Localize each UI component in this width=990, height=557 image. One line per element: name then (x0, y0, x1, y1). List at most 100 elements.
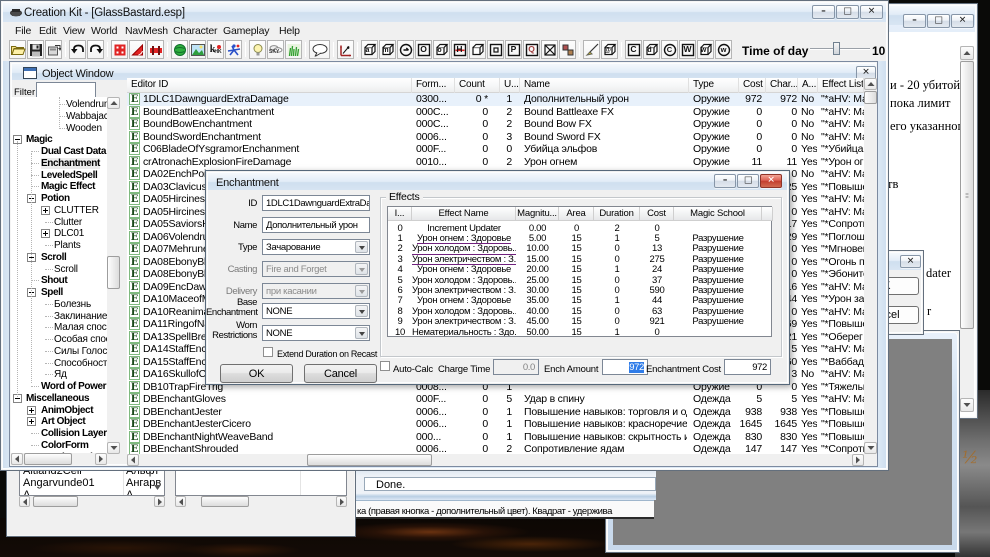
tree-expand-icon[interactable] (27, 406, 36, 415)
list-row[interactable]: EBoundBattleaxeEnchantment000C...02Bound… (127, 106, 864, 119)
menu-file[interactable]: File (15, 25, 31, 37)
toolbar-box-a-button[interactable]: a (361, 40, 378, 59)
effects-table[interactable]: I...Effect NameMagnitu...AreaDurationCos… (387, 206, 772, 337)
scroll-down-arrow-icon[interactable] (864, 442, 877, 454)
effects-column-duration[interactable]: Duration (594, 207, 640, 221)
tree-item-collision-layer[interactable]: Collision Layer (11, 428, 107, 439)
toolbar-square-box-button[interactable] (487, 40, 504, 59)
enchantment-cost-input[interactable]: 972 (724, 359, 771, 375)
toolbar-crossed-box-button[interactable] (541, 40, 558, 59)
column-header-name[interactable]: Name (520, 78, 689, 93)
toolbar-color-squares-button[interactable] (559, 40, 576, 59)
menu-character[interactable]: Character (173, 25, 217, 37)
cell-row-editorid[interactable]: Angarvunde01 (23, 477, 95, 489)
tree-item-colorform[interactable]: ColorForm (11, 440, 107, 451)
effects-column-filler[interactable] (762, 207, 773, 221)
message-box-close-button[interactable]: ✕ (900, 255, 921, 268)
name-input[interactable]: Дополнительный урон (262, 217, 370, 233)
tree-item-clutter[interactable]: Clutter (11, 217, 107, 228)
scroll-arrow-icon[interactable] (175, 496, 186, 507)
cell-row-editorid[interactable]: A (23, 489, 30, 496)
scrollbar-thumb[interactable] (307, 454, 432, 466)
scroll-arrow-icon[interactable] (19, 496, 30, 507)
toolbar-square-p-button[interactable]: P (505, 40, 522, 59)
toolbar-circle-c-button[interactable]: C (661, 40, 678, 59)
toolbar-snap-angle-button[interactable] (129, 40, 146, 59)
effect-row[interactable]: 2Урон холодом : Здоровь...10.0015013Разр… (388, 244, 771, 254)
column-header-form[interactable]: Form... (412, 78, 455, 93)
scroll-left-arrow-icon[interactable] (127, 454, 139, 466)
toolbar-square-o-button[interactable]: O (415, 40, 432, 59)
list-row[interactable]: EDBEnchantJester0006...01Повышение навык… (127, 406, 864, 419)
cell-row-editorid[interactable]: Altland2Cell (23, 470, 82, 477)
toolbar-pin-button[interactable] (583, 40, 600, 59)
list-row[interactable]: EBoundBowEnchantment000C...02Bound Bow F… (127, 118, 864, 131)
list-row[interactable]: EDBEnchantGloves000F...05Удар в спинуОде… (127, 393, 864, 406)
effect-row[interactable]: 1Урон огнем : Здоровье5.001515Разрушение (388, 234, 771, 244)
toolbar-box-w-button[interactable]: w (697, 40, 714, 59)
combo-dropdown-icon[interactable] (355, 327, 368, 339)
list-row[interactable]: E1DLC1DawnguardExtraDamage0300...0 *1Доп… (127, 93, 864, 106)
effect-row[interactable]: 9Урон электричеством : З...45.00150921Ра… (388, 317, 771, 327)
effect-row[interactable]: 4Урон огнем : Здоровье20.0015124Разрушен… (388, 265, 771, 275)
scroll-right-arrow-icon[interactable] (852, 454, 864, 466)
tree-item--[interactable]: Особая способ (11, 334, 107, 345)
list-row[interactable]: EBoundSwordEnchantment0006...03Bound Swo… (127, 131, 864, 144)
column-header-cost[interactable]: Cost (739, 78, 766, 93)
text-window-scrollbar[interactable]: == (960, 46, 974, 412)
effect-row[interactable]: 3Урон электричеством : З...15.00150275Ра… (388, 255, 771, 265)
tree-item-magic[interactable]: Magic (11, 134, 107, 145)
main-titlebar[interactable]: Creation Kit - [GlassBastard.esp] (3, 3, 886, 22)
tree-item--[interactable]: Силы Голоса (11, 346, 107, 357)
column-header-count[interactable]: Count (455, 78, 500, 93)
menu-world[interactable]: World (91, 25, 117, 37)
tree-expand-icon[interactable] (27, 417, 36, 426)
effects-column-effectname[interactable]: Effect Name (412, 207, 516, 221)
toolbar-sky-button[interactable]: SKY (267, 40, 284, 59)
toolbar-heightmap-compass-button[interactable] (337, 40, 354, 59)
tree-item-clutter[interactable]: CLUTTER (11, 205, 107, 216)
menu-help[interactable]: Help (279, 25, 300, 37)
toolbar-redo-button[interactable] (87, 40, 104, 59)
scroll-up-arrow-icon[interactable] (864, 78, 877, 90)
time-of-day-slider[interactable] (810, 48, 870, 50)
filter-input[interactable] (36, 82, 96, 98)
tree-item--[interactable]: Заклинание (11, 311, 107, 322)
enchantment-dialog[interactable]: Enchantment – □ ✕ IDNameTypeCastingDeliv… (205, 170, 790, 385)
combo-arrow-icon[interactable] (154, 485, 161, 490)
toolbar-square-w-button[interactable]: W (679, 40, 696, 59)
tree-item-scroll[interactable]: Scroll (11, 252, 107, 263)
list-vscrollbar[interactable] (864, 78, 877, 454)
cell-list-left[interactable]: Altland2CellАльфтAngarvunde01АнгарвAA (19, 470, 165, 496)
toolbar-grass-button[interactable] (285, 40, 302, 59)
tree-vscrollbar[interactable] (107, 97, 120, 454)
cell-row-name[interactable]: A (126, 489, 133, 496)
cell-row-name[interactable]: Альфт (126, 470, 159, 477)
toolbar-snap-connect-button[interactable] (147, 40, 164, 59)
toolbar-havok-button[interactable]: kHK (207, 40, 224, 59)
cell-view-window[interactable]: Altland2CellАльфтAngarvunde01АнгарвAA (6, 468, 356, 537)
effects-column-cost[interactable]: Cost (640, 207, 674, 221)
effects-column-area[interactable]: Area (559, 207, 594, 221)
auto-calc-checkbox[interactable] (380, 361, 390, 371)
tree-hscrollbar[interactable] (11, 453, 107, 465)
ench-amount-input[interactable]: 972 (602, 359, 648, 375)
scrollbar-thumb[interactable] (107, 256, 120, 289)
text-window-maximize-button[interactable]: □ (927, 14, 950, 28)
time-of-day-slider-thumb[interactable] (833, 42, 840, 55)
scrollbar-thumb[interactable]: == (960, 61, 974, 329)
dialog-minimize-button[interactable]: – (714, 174, 736, 188)
list-row[interactable]: EDBEnchantShrouded0006...02Сопротивление… (127, 443, 864, 454)
main-close-button[interactable]: ✕ (860, 5, 883, 19)
effect-row[interactable]: 6Урон электричеством : З...30.00150590Ра… (388, 286, 771, 296)
tree-item-spell[interactable]: Spell (11, 287, 107, 298)
combo-dropdown-icon[interactable] (355, 241, 368, 253)
tree-item-magic-effect[interactable]: Magic Effect (11, 181, 107, 192)
toolbar-circle-w-button[interactable]: w (715, 40, 732, 59)
tree-expand-icon[interactable] (41, 229, 50, 238)
toolbar-folder-open-button[interactable] (9, 40, 26, 59)
column-header-char[interactable]: Char... (766, 78, 798, 93)
effect-row[interactable]: 10Нематериальность : Здо...50.001510 (388, 328, 771, 337)
tree-item-potion[interactable]: Potion (11, 193, 107, 204)
tree-item--[interactable]: Болезнь (11, 299, 107, 310)
